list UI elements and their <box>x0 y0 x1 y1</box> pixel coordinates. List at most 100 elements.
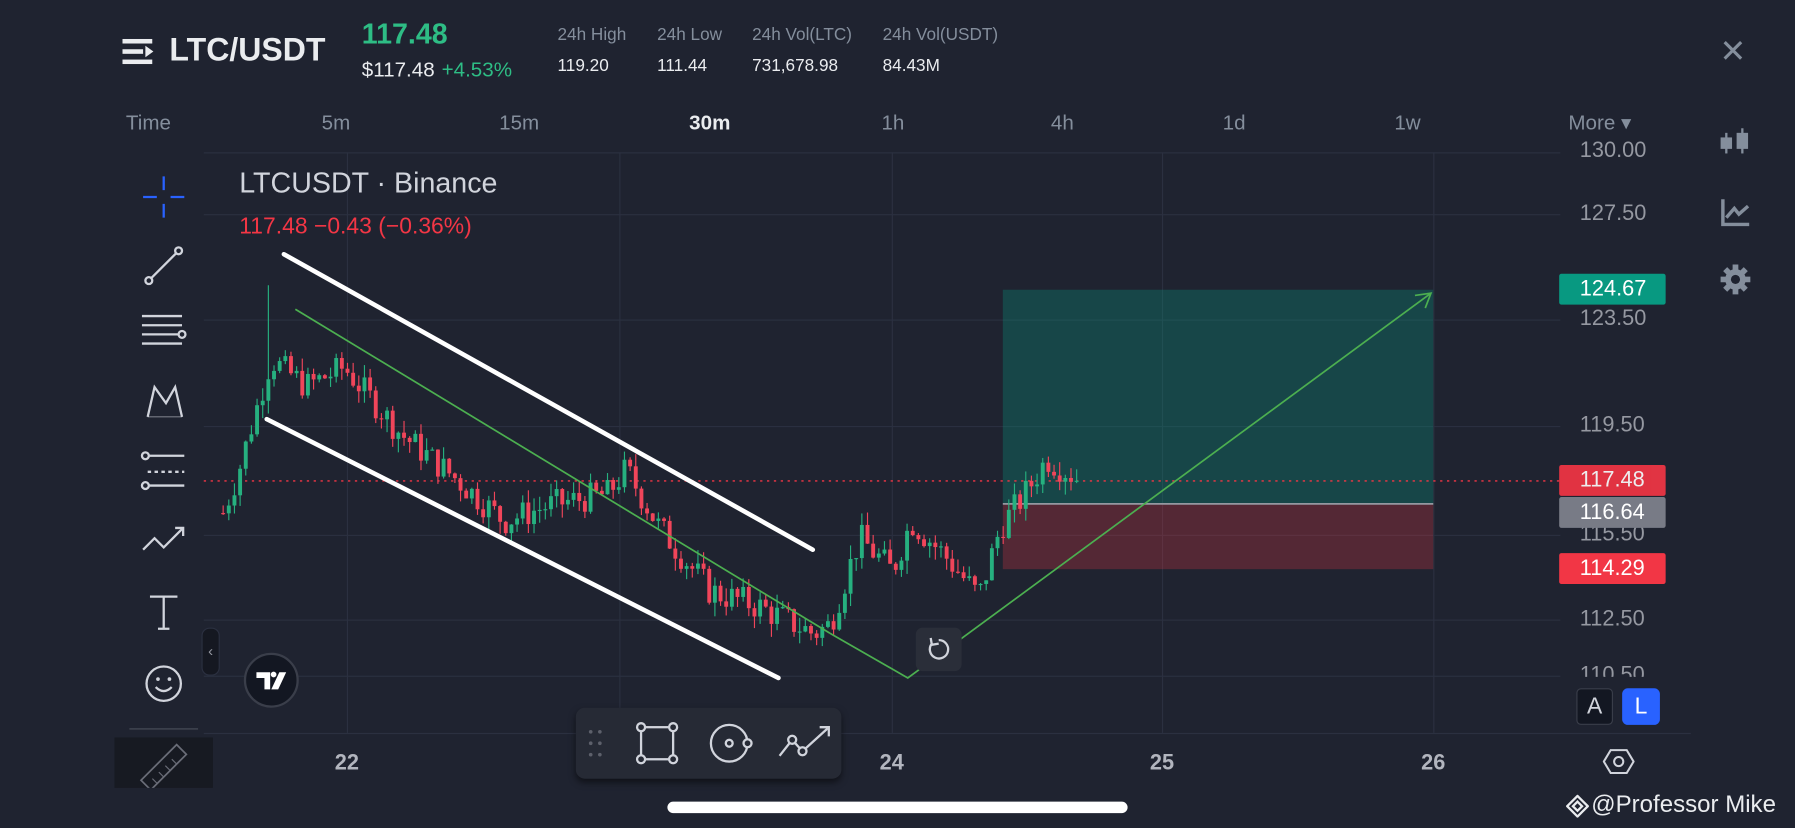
candle-body <box>893 563 898 570</box>
candle-body <box>441 458 446 477</box>
candle-body <box>1023 480 1028 509</box>
candle-body <box>1069 477 1073 482</box>
date-tick: 22 <box>334 751 359 776</box>
candle-body <box>639 488 644 509</box>
candle-body <box>373 390 378 419</box>
emoji-smile-icon[interactable] <box>137 657 190 710</box>
candle-body <box>978 583 983 586</box>
candle-body <box>413 433 418 443</box>
candle-body <box>775 607 780 624</box>
candle-body <box>464 490 469 499</box>
candle-body <box>1063 477 1068 482</box>
date-tick: 26 <box>1421 751 1446 776</box>
candle-body <box>741 586 746 597</box>
candle-body <box>526 502 531 525</box>
binance-logo-icon <box>1566 794 1589 818</box>
price-tick: 110.50 <box>1579 663 1645 677</box>
candle-body <box>334 358 339 377</box>
fib-retracement-tool[interactable] <box>137 306 190 359</box>
candle-body <box>503 521 508 534</box>
candle-body <box>650 513 655 521</box>
candle-body <box>865 524 870 544</box>
candle-body <box>424 450 429 461</box>
stop-zone <box>1002 503 1434 570</box>
candle-body <box>695 563 700 569</box>
rectangle-tool-icon[interactable] <box>633 719 681 767</box>
pattern-tool[interactable] <box>137 374 190 427</box>
drag-handle-icon[interactable] <box>587 728 603 758</box>
candle-body <box>752 608 757 617</box>
candle-body <box>328 376 333 379</box>
measure-tool[interactable] <box>114 737 213 792</box>
candle-body <box>679 558 683 569</box>
candle-body <box>780 607 785 609</box>
candle-body <box>577 492 582 502</box>
candle-body <box>984 580 989 584</box>
price-tick: 112.50 <box>1579 606 1645 632</box>
candle-body <box>419 433 423 461</box>
date-tick: 24 <box>879 751 904 776</box>
candle-body <box>1052 471 1056 476</box>
candle-body <box>549 496 553 510</box>
candle-body <box>277 361 282 371</box>
candle-body <box>260 400 265 406</box>
candle-body <box>989 548 994 581</box>
candle-body <box>707 568 712 603</box>
circle-tool-icon[interactable] <box>705 719 755 767</box>
candle-body <box>950 558 955 572</box>
candle-body <box>605 480 610 495</box>
candle-body <box>385 410 390 420</box>
watermark: @Professor Mike <box>1591 791 1776 818</box>
candle-body <box>543 509 548 511</box>
candle-body <box>447 458 452 474</box>
candle-body <box>729 588 734 607</box>
candle-body <box>831 621 836 630</box>
long-position-tool[interactable] <box>1002 289 1434 570</box>
trend-line-tool[interactable] <box>137 239 190 292</box>
collapse-toolbar-button[interactable]: ‹ <box>201 627 220 676</box>
crosshair-tool[interactable] <box>137 171 190 224</box>
text-tool[interactable] <box>137 586 190 639</box>
channel-upper-line[interactable] <box>281 251 816 552</box>
candle-body <box>390 410 395 439</box>
candle-body <box>859 524 864 559</box>
chart-title: LTCUSDT · Binance <box>239 167 498 200</box>
auto-scale-button[interactable]: A <box>1576 688 1613 725</box>
candle-body <box>339 358 344 369</box>
channel-lower-line[interactable] <box>264 416 781 681</box>
candle-body <box>498 506 503 522</box>
candle-body <box>1006 509 1011 538</box>
candle-body <box>899 560 904 570</box>
candle-body <box>289 356 293 374</box>
price-tick: 119.50 <box>1579 413 1645 438</box>
candle-body <box>458 478 463 491</box>
candle-body <box>565 499 570 505</box>
app: LTC/USDT 117.48 $117.48 +4.53% 24h High 1… <box>0 0 1795 828</box>
candle-body <box>469 488 474 499</box>
candle-body <box>402 432 406 438</box>
candle-body <box>537 509 542 512</box>
candle-body <box>492 500 497 507</box>
candle-body <box>933 542 938 548</box>
prediction-tool[interactable] <box>137 445 190 498</box>
candle-body <box>662 518 666 521</box>
candle-body <box>611 480 616 490</box>
candle-body <box>961 572 966 579</box>
candle-body <box>735 588 740 597</box>
candle-body <box>249 434 254 442</box>
path-tool-icon[interactable] <box>777 719 834 767</box>
candle-body <box>509 524 514 534</box>
trend-midline[interactable] <box>294 308 831 635</box>
candle-body <box>854 558 859 560</box>
candle-body <box>1029 480 1034 487</box>
candle-body <box>673 548 678 559</box>
candle-body <box>294 370 299 374</box>
candle-body <box>1040 462 1045 485</box>
reset-chart-button[interactable] <box>915 627 962 672</box>
log-scale-button[interactable]: L <box>1622 688 1660 725</box>
candle-body <box>825 621 830 627</box>
hide-drawings-eye-icon[interactable] <box>1602 747 1635 777</box>
candle-body <box>763 599 768 607</box>
candle-body <box>882 549 887 554</box>
path-tool[interactable] <box>137 510 190 563</box>
